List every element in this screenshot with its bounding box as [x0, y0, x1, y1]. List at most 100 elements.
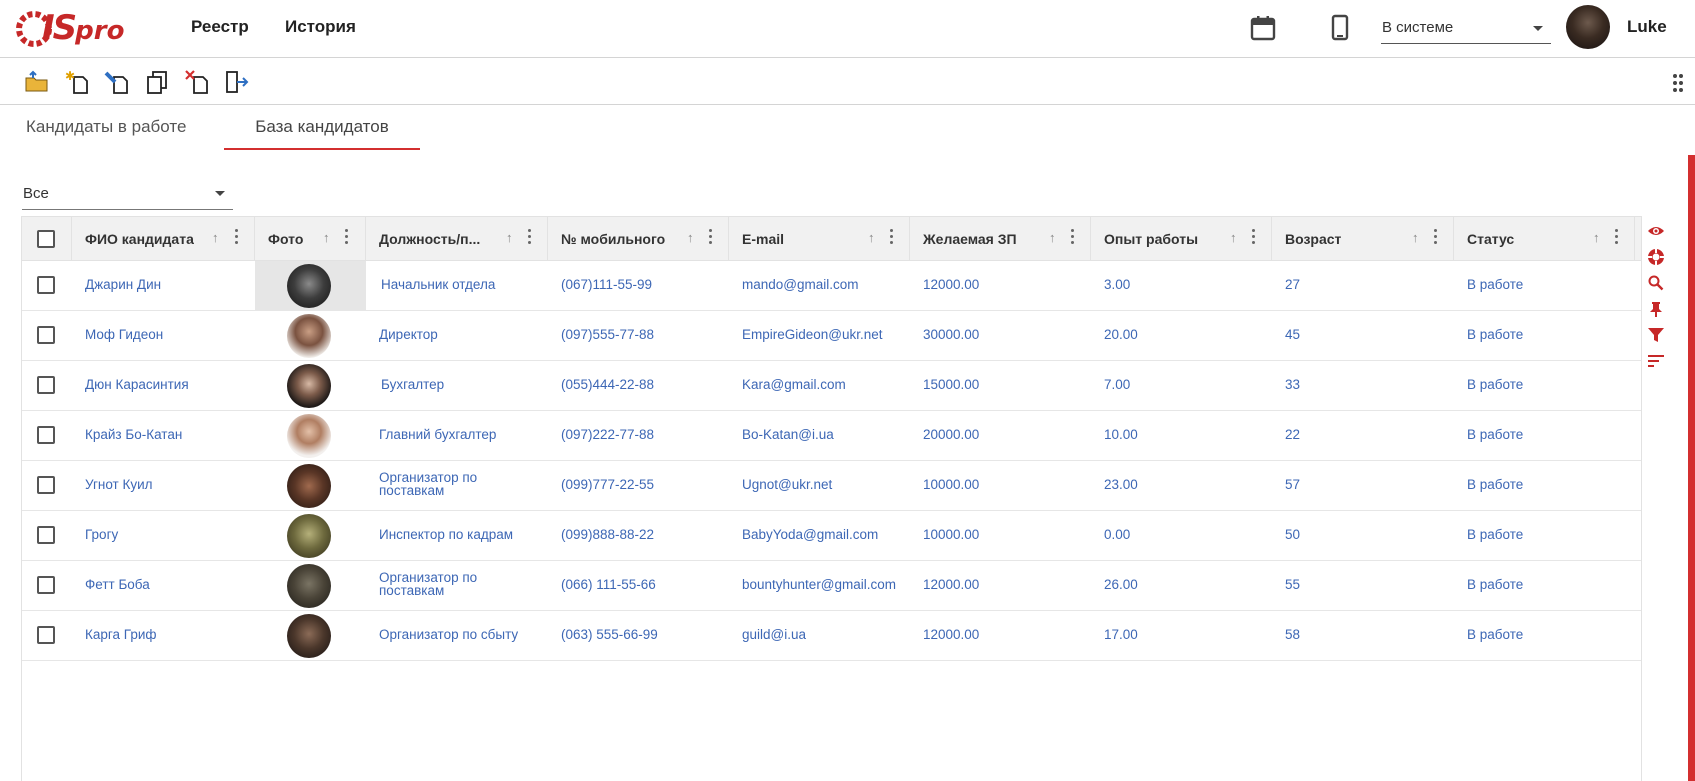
row-checkbox[interactable] — [37, 526, 55, 544]
delete-document-icon[interactable] — [184, 69, 210, 95]
candidate-salary[interactable]: 15000.00 — [923, 377, 979, 392]
column-menu-icon[interactable] — [890, 229, 894, 245]
candidate-status[interactable]: В работе — [1467, 577, 1523, 592]
column-menu-icon[interactable] — [345, 229, 349, 245]
column-menu-icon[interactable] — [1615, 229, 1619, 245]
sort-arrow-icon[interactable]: ↑ — [1593, 230, 1600, 245]
sort-arrow-icon[interactable]: ↑ — [1412, 230, 1419, 245]
candidate-age[interactable]: 27 — [1285, 277, 1300, 292]
candidate-age[interactable]: 33 — [1285, 377, 1300, 392]
ispro-logo[interactable]: ISpro — [12, 2, 124, 56]
candidate-email[interactable]: guild@i.ua — [742, 627, 806, 642]
candidate-experience[interactable]: 7.00 — [1104, 377, 1130, 392]
header-email[interactable]: E-mail ↑ — [729, 217, 910, 261]
row-checkbox[interactable] — [37, 626, 55, 644]
header-photo[interactable]: Фото ↑ — [255, 217, 366, 261]
online-status-select[interactable]: В системе — [1381, 14, 1551, 44]
candidate-salary[interactable]: 30000.00 — [923, 327, 979, 342]
user-avatar[interactable] — [1566, 5, 1610, 49]
sort-arrow-icon[interactable]: ↑ — [212, 230, 219, 245]
column-menu-icon[interactable] — [709, 229, 713, 245]
candidate-email[interactable]: Bo-Katan@i.ua — [742, 427, 834, 442]
header-salary[interactable]: Желаемая ЗП ↑ — [910, 217, 1091, 261]
table-row[interactable]: Угнот Куил Организатор по поставкам (099… — [22, 461, 1642, 511]
candidate-experience[interactable]: 26.00 — [1104, 577, 1138, 592]
candidate-status[interactable]: В работе — [1467, 477, 1523, 492]
scroll-accent-bar[interactable] — [1688, 155, 1695, 781]
candidate-photo[interactable] — [287, 564, 331, 608]
candidate-salary[interactable]: 10000.00 — [923, 477, 979, 492]
sort-arrow-icon[interactable]: ↑ — [323, 230, 330, 245]
candidate-name-link[interactable]: Дюн Карасинтия — [85, 377, 189, 392]
candidate-name-link[interactable]: Крайз Бо-Катан — [85, 427, 182, 442]
candidate-photo[interactable] — [287, 314, 331, 358]
candidate-experience[interactable]: 17.00 — [1104, 627, 1138, 642]
header-name[interactable]: ФИО кандидата ↑ — [72, 217, 255, 261]
header-age[interactable]: Возраст ↑ — [1272, 217, 1454, 261]
candidate-phone[interactable]: (063) 555-66-99 — [561, 627, 658, 642]
candidate-phone[interactable]: (097)222-77-88 — [561, 427, 654, 442]
candidate-name-link[interactable]: Моф Гидеон — [85, 327, 163, 342]
row-checkbox[interactable] — [37, 326, 55, 344]
candidate-photo[interactable] — [287, 514, 331, 558]
candidate-experience[interactable]: 0.00 — [1104, 527, 1130, 542]
candidate-name-link[interactable]: Угнот Куил — [85, 477, 153, 492]
candidate-filter-select[interactable]: Все — [22, 178, 233, 210]
edit-document-icon[interactable] — [104, 69, 130, 95]
sort-arrow-icon[interactable]: ↑ — [506, 230, 513, 245]
candidate-name-link[interactable]: Фетт Боба — [85, 577, 150, 592]
candidate-salary[interactable]: 12000.00 — [923, 577, 979, 592]
candidate-experience[interactable]: 10.00 — [1104, 427, 1138, 442]
candidate-age[interactable]: 55 — [1285, 577, 1300, 592]
candidate-phone[interactable]: (097)555-77-88 — [561, 327, 654, 342]
candidate-name-link[interactable]: Джарин Дин — [85, 277, 161, 292]
candidate-name-link[interactable]: Карга Гриф — [85, 627, 156, 642]
candidate-status[interactable]: В работе — [1467, 277, 1523, 292]
filter-icon[interactable] — [1647, 326, 1665, 344]
column-menu-icon[interactable] — [1434, 229, 1438, 245]
table-row[interactable]: Карга Гриф Организатор по сбыту (063) 55… — [22, 611, 1642, 661]
mobile-phone-icon[interactable] — [1326, 14, 1354, 42]
sort-arrow-icon[interactable]: ↑ — [1049, 230, 1056, 245]
sort-lines-icon[interactable] — [1647, 352, 1665, 370]
table-row[interactable]: Дюн Карасинтия Бухгалтер (055)444-22-88 … — [22, 361, 1642, 411]
table-row[interactable]: Моф Гидеон Директор (097)555-77-88 Empir… — [22, 311, 1642, 361]
table-row[interactable]: Джарин Дин Начальник отдела (067)111-55-… — [22, 261, 1642, 311]
sort-arrow-icon[interactable]: ↑ — [868, 230, 875, 245]
row-checkbox[interactable] — [37, 376, 55, 394]
header-position[interactable]: Должность/п... ↑ — [366, 217, 548, 261]
open-document-icon[interactable] — [24, 69, 50, 95]
calendar-icon[interactable] — [1249, 14, 1277, 42]
candidate-experience[interactable]: 3.00 — [1104, 277, 1130, 292]
row-checkbox[interactable] — [37, 276, 55, 294]
candidate-experience[interactable]: 23.00 — [1104, 477, 1138, 492]
candidate-salary[interactable]: 10000.00 — [923, 527, 979, 542]
column-menu-icon[interactable] — [235, 229, 239, 245]
nav-history[interactable]: История — [285, 17, 356, 37]
drag-dots-icon[interactable] — [1672, 73, 1684, 93]
candidate-status[interactable]: В работе — [1467, 377, 1523, 392]
column-menu-icon[interactable] — [1071, 229, 1075, 245]
candidate-email[interactable]: mando@gmail.com — [742, 277, 859, 292]
candidate-age[interactable]: 22 — [1285, 427, 1300, 442]
candidate-position[interactable]: Директор — [379, 327, 438, 342]
column-menu-icon[interactable] — [528, 229, 532, 245]
candidate-phone[interactable]: (055)444-22-88 — [561, 377, 654, 392]
create-document-icon[interactable]: ✱ — [64, 69, 90, 95]
eye-icon[interactable] — [1647, 222, 1665, 240]
table-row[interactable]: Грогу Инспектор по кадрам (099)888-88-22… — [22, 511, 1642, 561]
candidate-age[interactable]: 50 — [1285, 527, 1300, 542]
candidate-position[interactable]: Организатор по поставкам — [379, 471, 519, 498]
candidate-photo[interactable] — [287, 364, 331, 408]
copy-document-icon[interactable] — [144, 69, 170, 95]
column-menu-icon[interactable] — [1252, 229, 1256, 245]
search-icon[interactable] — [1647, 274, 1665, 292]
candidate-email[interactable]: bountyhunter@gmail.com — [742, 577, 896, 592]
sort-arrow-icon[interactable]: ↑ — [1230, 230, 1237, 245]
candidate-status[interactable]: В работе — [1467, 327, 1523, 342]
row-checkbox[interactable] — [37, 576, 55, 594]
candidate-status[interactable]: В работе — [1467, 627, 1523, 642]
candidate-photo[interactable] — [287, 464, 331, 508]
table-row[interactable]: Фетт Боба Организатор по поставкам (066)… — [22, 561, 1642, 611]
candidate-age[interactable]: 45 — [1285, 327, 1300, 342]
